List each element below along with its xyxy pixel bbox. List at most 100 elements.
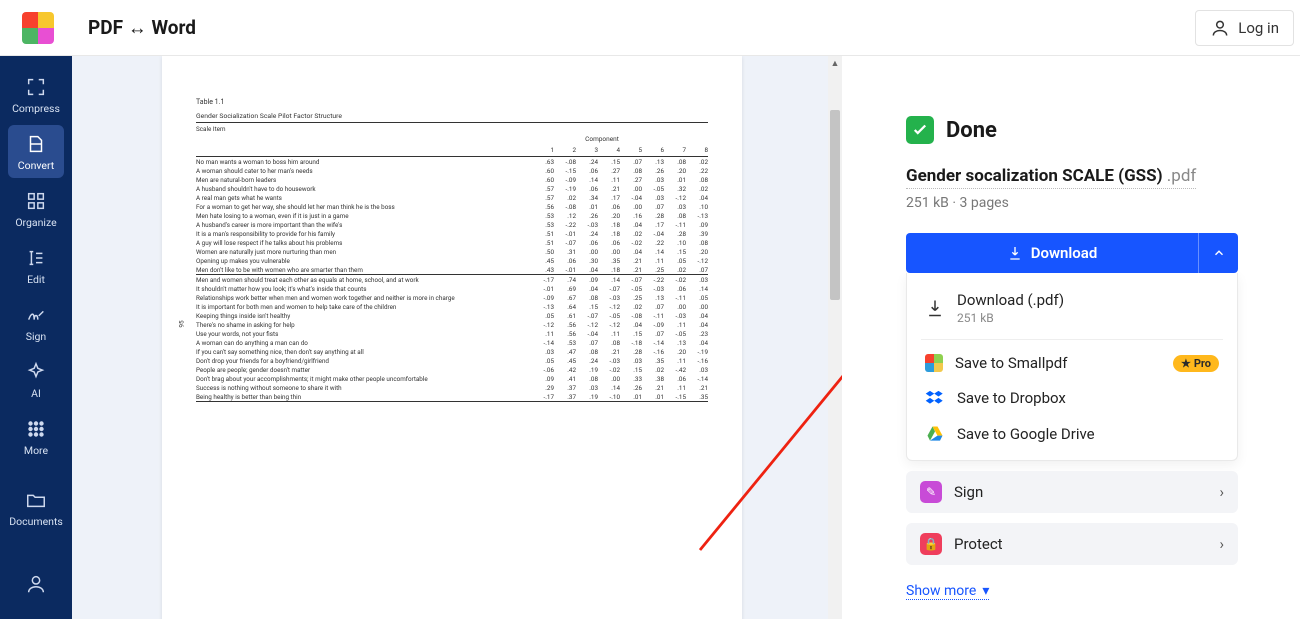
table-row: Men don't like to be with women who are … bbox=[196, 265, 708, 274]
dropdown-item-sub: 251 kB bbox=[957, 311, 1064, 325]
table-row: It is important for both men and women t… bbox=[196, 302, 708, 311]
table-title: Gender Socialization Scale Pilot Factor … bbox=[196, 112, 708, 123]
table-row: No man wants a woman to boss him around.… bbox=[196, 157, 708, 166]
chevron-right-icon: › bbox=[1219, 483, 1224, 501]
dropdown-save-smallpdf[interactable]: Save to Smallpdf ★Pro bbox=[907, 346, 1237, 380]
login-label: Log in bbox=[1238, 19, 1279, 37]
file-ext: .pdf bbox=[1167, 166, 1197, 186]
ai-icon bbox=[25, 361, 47, 383]
rail-more[interactable]: More bbox=[8, 410, 64, 463]
compress-icon bbox=[25, 76, 47, 98]
table-row: For a woman to get her way, she should l… bbox=[196, 202, 708, 211]
table-row: Don't brag about your accomplishments; i… bbox=[196, 374, 708, 383]
smallpdf-icon bbox=[925, 354, 943, 372]
col-header: Scale Item bbox=[196, 125, 708, 133]
rail-documents[interactable]: Documents bbox=[8, 481, 64, 534]
table-row: Opening up makes you vulnerable.45.06.30… bbox=[196, 256, 708, 265]
dropdown-save-gdrive[interactable]: Save to Google Drive bbox=[907, 416, 1237, 452]
done-label: Done bbox=[946, 118, 997, 143]
done-badge bbox=[906, 116, 934, 144]
show-more-link[interactable]: Show more ▾ bbox=[906, 583, 989, 600]
download-icon bbox=[925, 298, 945, 318]
check-icon bbox=[911, 121, 929, 139]
scroll-up-icon[interactable]: ▲ bbox=[828, 56, 842, 70]
dropbox-icon bbox=[925, 388, 945, 408]
lock-icon: 🔒 bbox=[920, 533, 942, 555]
table-row: Men hate losing to a woman, even if it i… bbox=[196, 211, 708, 220]
table-row: People are people; gender doesn't matter… bbox=[196, 365, 708, 374]
download-button[interactable]: Download bbox=[906, 233, 1198, 273]
left-rail: Compress Convert Organize Edit Sign AI M… bbox=[0, 56, 72, 619]
table-row: Keeping things inside isn't healthy.05.6… bbox=[196, 311, 708, 320]
dropdown-item-label: Download (.pdf) bbox=[957, 291, 1064, 309]
dropdown-download-pdf[interactable]: Download (.pdf) 251 kB bbox=[907, 283, 1237, 333]
login-button[interactable]: Log in bbox=[1195, 10, 1294, 46]
table-row: A husband's career is more important tha… bbox=[196, 220, 708, 229]
column-headers: 12345678 bbox=[196, 144, 708, 157]
rail-label: Organize bbox=[15, 216, 56, 229]
rail-ai[interactable]: AI bbox=[8, 353, 64, 406]
table-row: It shouldn't matter how you look; it's w… bbox=[196, 284, 708, 293]
gdrive-icon bbox=[925, 424, 945, 444]
table-row: A real man gets what he wants.57.02.34.1… bbox=[196, 193, 708, 202]
action-label: Sign bbox=[954, 483, 983, 501]
result-panel: Done Gender socalization SCALE (GSS) .pd… bbox=[842, 56, 1300, 619]
sign-icon bbox=[25, 304, 47, 326]
dropdown-item-label: Save to Google Drive bbox=[957, 425, 1095, 443]
table-row: Men are natural-born leaders.60-.09.14.1… bbox=[196, 175, 708, 184]
action-sign[interactable]: ✎ Sign › bbox=[906, 471, 1238, 513]
table-row: A guy will lose respect if he talks abou… bbox=[196, 238, 708, 247]
rail-convert[interactable]: Convert bbox=[8, 125, 64, 178]
table-row: A woman should cater to her man's needs.… bbox=[196, 166, 708, 175]
table-row: There's no shame in asking for help-.12.… bbox=[196, 320, 708, 329]
download-caret-button[interactable] bbox=[1198, 233, 1238, 273]
rail-label: More bbox=[24, 444, 48, 457]
table-row: Relationships work better when men and w… bbox=[196, 293, 708, 302]
organize-icon bbox=[25, 190, 47, 212]
pro-badge: ★Pro bbox=[1173, 355, 1219, 372]
app-header: PDF ↔ Word Log in bbox=[0, 0, 1300, 56]
rail-edit[interactable]: Edit bbox=[8, 239, 64, 292]
table-row: A husband shouldn't have to do housework… bbox=[196, 184, 708, 193]
download-dropdown: Download (.pdf) 251 kB Save to Smallpdf … bbox=[906, 273, 1238, 461]
dropdown-save-dropbox[interactable]: Save to Dropbox bbox=[907, 380, 1237, 416]
show-more-label: Show more bbox=[906, 583, 976, 599]
page-title: PDF ↔ Word bbox=[88, 16, 196, 40]
rail-label: AI bbox=[31, 387, 41, 400]
document-page: 95 Table 1.1 Gender Socialization Scale … bbox=[162, 56, 742, 619]
rail-label: Edit bbox=[27, 273, 45, 286]
component-header: Component bbox=[196, 135, 708, 143]
edit-icon bbox=[25, 247, 47, 269]
action-protect[interactable]: 🔒 Protect › bbox=[906, 523, 1238, 565]
rail-organize[interactable]: Organize bbox=[8, 182, 64, 235]
chevron-up-icon bbox=[1212, 246, 1226, 260]
brand-logo bbox=[22, 12, 54, 44]
folder-icon bbox=[25, 489, 47, 511]
scrollbar[interactable]: ▲ bbox=[828, 56, 842, 619]
caret-down-icon: ▾ bbox=[982, 583, 989, 599]
table-number: Table 1.1 bbox=[196, 98, 708, 106]
account-icon bbox=[25, 573, 47, 595]
user-icon bbox=[1210, 18, 1230, 38]
table-row: Success is nothing without someone to sh… bbox=[196, 383, 708, 392]
rail-sign[interactable]: Sign bbox=[8, 296, 64, 349]
table-row: It is a man's responsibility to provide … bbox=[196, 229, 708, 238]
page-number: 95 bbox=[178, 320, 186, 327]
rail-account[interactable] bbox=[8, 565, 64, 601]
table-row: Women are naturally just more nurturing … bbox=[196, 247, 708, 256]
document-viewer: 95 Table 1.1 Gender Socialization Scale … bbox=[72, 56, 842, 619]
convert-icon bbox=[25, 133, 47, 155]
scroll-thumb[interactable] bbox=[830, 110, 840, 300]
rail-compress[interactable]: Compress bbox=[8, 68, 64, 121]
table-row: Use your words, not your fists.11.56-.04… bbox=[196, 329, 708, 338]
chevron-right-icon: › bbox=[1219, 535, 1224, 553]
rail-label: Sign bbox=[26, 330, 46, 343]
file-name: Gender socalization SCALE (GSS) bbox=[906, 166, 1163, 186]
download-label: Download bbox=[1031, 244, 1098, 262]
table-row: A woman can do anything a man can do-.14… bbox=[196, 338, 708, 347]
file-meta: 251 kB · 3 pages bbox=[906, 195, 1242, 211]
download-icon bbox=[1007, 245, 1023, 261]
sign-icon: ✎ bbox=[920, 481, 942, 503]
action-label: Protect bbox=[954, 535, 1003, 553]
grid-icon bbox=[25, 418, 47, 440]
